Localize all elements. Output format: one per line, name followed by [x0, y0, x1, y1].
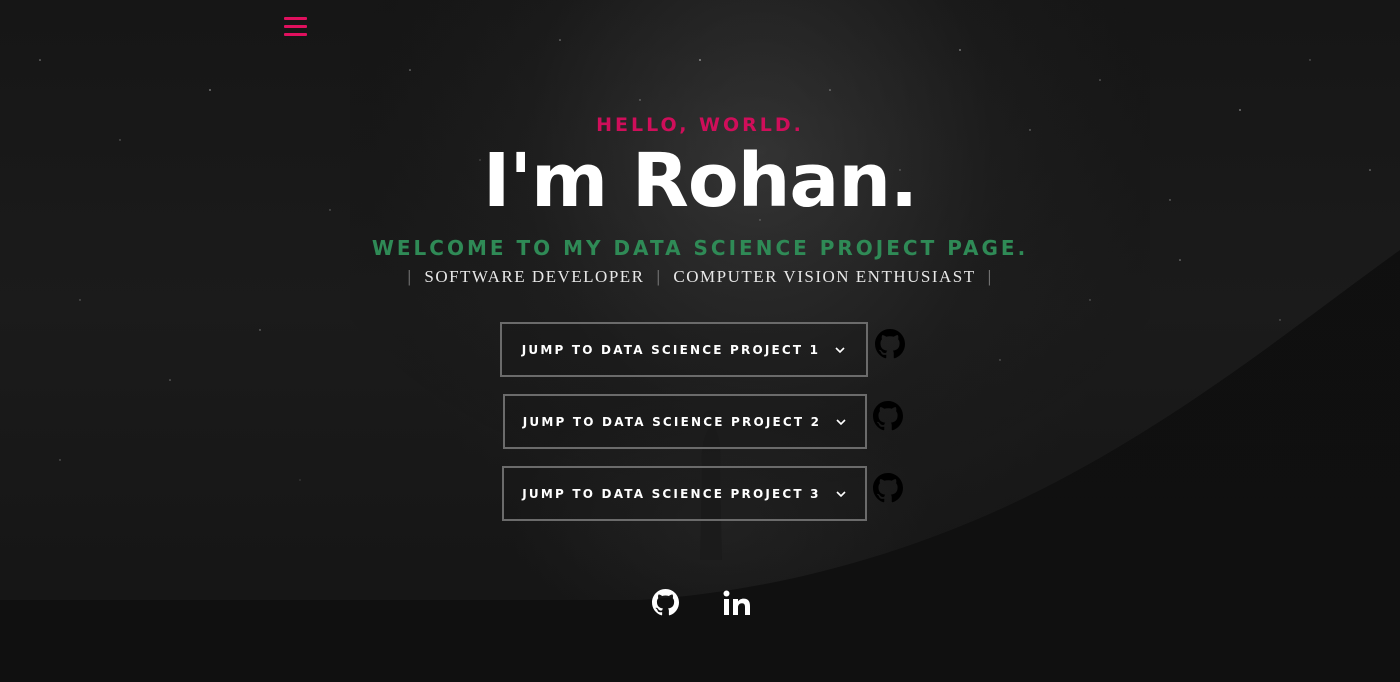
github-icon[interactable]: [875, 329, 905, 359]
page-title: I'm Rohan.: [482, 138, 918, 224]
welcome-subtitle: WELCOME TO MY DATA SCIENCE PROJECT PAGE.: [371, 236, 1029, 260]
project-2-button[interactable]: JUMP TO DATA SCIENCE PROJECT 2: [503, 394, 867, 449]
project-1-label: JUMP TO DATA SCIENCE PROJECT 1: [521, 342, 821, 357]
github-icon[interactable]: [873, 401, 903, 431]
linkedin-icon[interactable]: [723, 590, 751, 616]
greeting-text: HELLO, WORLD.: [596, 114, 804, 136]
chevron-down-icon: [836, 418, 846, 425]
role-computer-vision: COMPUTER VISION ENTHUSIAST: [673, 267, 976, 286]
role-separator: |: [656, 267, 662, 286]
chevron-down-icon: [835, 346, 845, 353]
hamburger-menu-icon[interactable]: [283, 16, 309, 38]
role-software-developer: SOFTWARE DEVELOPER: [424, 267, 645, 286]
project-2-label: JUMP TO DATA SCIENCE PROJECT 2: [522, 414, 822, 429]
project-3-label: JUMP TO DATA SCIENCE PROJECT 3: [522, 486, 821, 501]
project-3-button[interactable]: JUMP TO DATA SCIENCE PROJECT 3: [502, 466, 867, 521]
github-icon[interactable]: [873, 473, 903, 503]
role-separator: |: [987, 267, 993, 286]
chevron-down-icon: [836, 490, 846, 497]
role-separator: |: [407, 267, 413, 286]
github-icon[interactable]: [652, 589, 679, 616]
roles-line: | SOFTWARE DEVELOPER | COMPUTER VISION ENTH…: [0, 267, 1400, 287]
project-1-button[interactable]: JUMP TO DATA SCIENCE PROJECT 1: [500, 322, 868, 377]
